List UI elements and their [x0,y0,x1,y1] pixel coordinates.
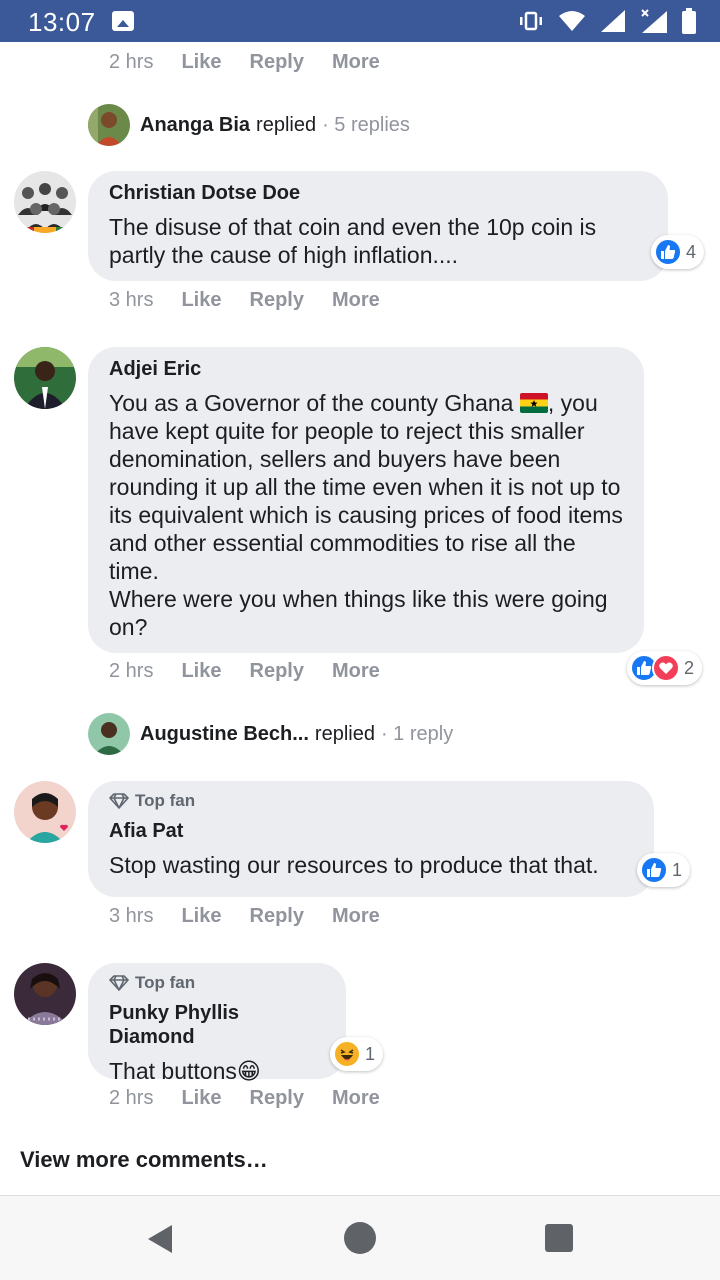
like-button[interactable]: Like [181,51,221,74]
comment-text: You as a Governor of the county Ghana , … [109,389,624,641]
reply-count[interactable]: · 1 reply [381,723,453,746]
reactions-summary[interactable]: 2 [627,651,703,685]
comment-text-part: You as a Governor of the county Ghana [109,390,520,416]
comment-bubble[interactable]: Adjei Eric You as a Governor of the coun… [88,347,644,653]
comment-actions: 3 hrs Like Reply More [109,905,380,928]
comment-actions: 2 hrs Like Reply More [109,660,380,683]
comment-actions: 2 hrs Like Reply More [109,1087,380,1110]
comment-time[interactable]: 3 hrs [109,289,153,312]
comment-time[interactable]: 2 hrs [109,660,153,683]
comment-author[interactable]: Afia Pat [109,819,634,843]
view-more-comments-link[interactable]: View more comments… [20,1147,268,1173]
comment-time[interactable]: 2 hrs [109,1087,153,1110]
reactions-summary[interactable]: 1 [330,1037,384,1071]
more-button[interactable]: More [332,1087,380,1110]
avatar[interactable] [14,347,76,409]
reaction-count: 1 [365,1043,376,1064]
status-bar: 13:07 [0,0,720,42]
comment-time[interactable]: 3 hrs [109,905,153,928]
grinning-emoji-icon: 😁 [236,1059,261,1085]
replies-summary[interactable]: Ananga Bia replied · 5 replies [88,104,410,146]
reaction-count: 4 [686,241,697,262]
comment-text-part: That buttons [109,1058,237,1084]
comment-author[interactable]: Christian Dotse Doe [109,181,648,205]
more-button[interactable]: More [332,51,380,74]
comment-author[interactable]: Adjei Eric [109,357,624,381]
like-button[interactable]: Like [181,660,221,683]
haha-reaction-icon [333,1040,361,1068]
avatar [88,104,130,146]
navigation-bar [0,1196,720,1280]
replied-label: replied [256,113,317,136]
like-reaction-icon [640,856,668,884]
comment-author[interactable]: Punky Phyllis Diamond [109,1001,326,1049]
comments-feed[interactable]: 2 hrs Like Reply More Ananga Bia replied… [0,42,720,1196]
status-icons [518,7,696,35]
comment-actions: 2 hrs Like Reply More [109,51,380,74]
comment-actions: 3 hrs Like Reply More [109,289,380,312]
more-button[interactable]: More [332,660,380,683]
more-button[interactable]: More [332,289,380,312]
top-fan-badge: Top fan [109,791,634,811]
badge-label: Top fan [135,791,196,810]
reaction-count: 2 [684,657,695,678]
comment-text: That buttons😁 [109,1057,326,1086]
avatar[interactable] [14,171,76,233]
recent-apps-icon[interactable] [545,1224,573,1252]
battery-icon [682,8,696,34]
cell-signal-no-data-icon [641,9,667,33]
like-button[interactable]: Like [181,1087,221,1110]
badge-label: Top fan [135,973,196,992]
reply-button[interactable]: Reply [250,905,304,928]
like-button[interactable]: Like [181,905,221,928]
reply-button[interactable]: Reply [250,289,304,312]
cell-signal-icon [601,10,625,32]
vibrate-icon [520,11,542,31]
ghana-flag-icon [519,393,548,413]
comment-bubble[interactable]: Top fan Punky Phyllis Diamond That butto… [88,963,346,1085]
replied-label: replied [314,722,375,745]
love-reaction-icon [652,654,680,682]
like-reaction-icon [654,238,682,266]
reactions-summary[interactable]: 1 [637,853,691,887]
comment-text: The disuse of that coin and even the 10p… [109,214,597,268]
top-fan-badge: Top fan [109,973,326,993]
comment-text: Stop wasting our resources to produce th… [109,852,599,878]
comment-bubble[interactable]: Christian Dotse Doe The disuse of that c… [88,171,668,281]
reply-count[interactable]: · 5 replies [322,114,410,137]
reaction-count: 1 [672,859,683,880]
back-icon[interactable] [147,1224,173,1254]
avatar[interactable] [14,781,76,843]
comment-bubble[interactable]: Top fan Afia Pat Stop wasting our resour… [88,781,654,897]
replies-summary[interactable]: Augustine Bech... replied · 1 reply [88,713,453,755]
comment-text-part: , you have kept quite for people to reje… [109,390,623,640]
reply-button[interactable]: Reply [250,660,304,683]
reply-button[interactable]: Reply [250,1087,304,1110]
diamond-icon [109,793,129,809]
status-time: 13:07 [28,7,96,37]
avatar [88,713,130,755]
gallery-notification-icon [112,11,134,31]
reply-author-name[interactable]: Augustine Bech... [140,723,309,746]
home-icon[interactable] [344,1222,376,1254]
wifi-icon [559,11,585,31]
like-button[interactable]: Like [181,289,221,312]
avatar[interactable] [14,963,76,1025]
reply-button[interactable]: Reply [250,51,304,74]
reactions-summary[interactable]: 4 [651,235,705,269]
comment-time[interactable]: 2 hrs [109,51,153,74]
diamond-icon [109,975,129,991]
reply-author-name[interactable]: Ananga Bia [140,114,250,137]
more-button[interactable]: More [332,905,380,928]
